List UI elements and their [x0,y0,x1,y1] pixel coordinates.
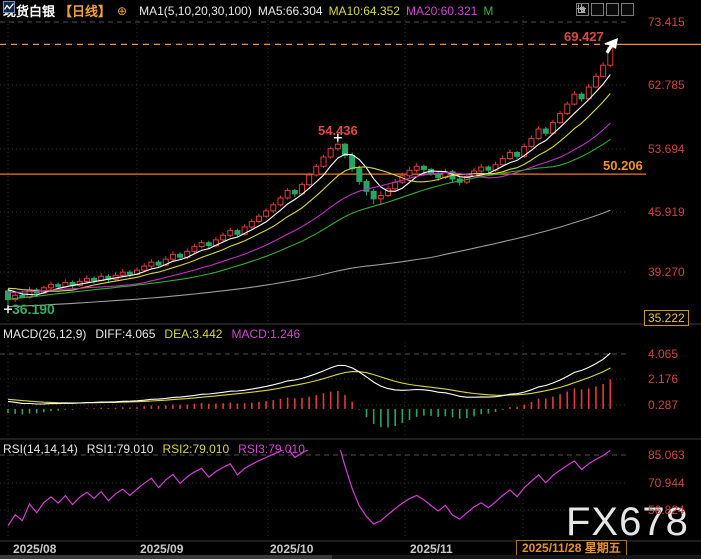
macd-diff-value: DIFF:4.065 [95,327,155,341]
scale-x-axis-icon[interactable] [606,3,619,16]
chart-header: 现货白银 【日线】 ⊕ MA1(5,10,20,30,100) MA5:66.3… [3,1,493,20]
rsi-axis-tick: 56.824 [648,503,685,517]
price-axis-tick: 45.919 [648,205,685,219]
support-line-label: 50.206 [603,158,643,173]
macd-axis-tick: 4.065 [648,347,678,361]
rsi-axis-tick: 85.063 [648,448,685,462]
peak-price-callout: 54.436 [318,123,358,138]
ma10-value: MA10:64.352 [329,4,400,18]
date-axis-tick: 2025/08 [13,542,56,556]
rsi-axis-tick: 70.944 [648,476,685,490]
low-price-callout: 36.190 [12,301,55,317]
macd-macd-value: MACD:1.246 [231,327,300,341]
date-axis-tick: 2025/11 [410,542,453,556]
macd-axis-tick: 0.287 [648,398,678,412]
price-axis-min-boxed: 35.222 [644,310,689,326]
chart-toolbar [576,3,634,16]
rsi-header: RSI(14,14,14) RSI1:79.010 RSI2:79.010 RS… [3,442,305,456]
date-axis-tick: 2025/10 [270,542,313,556]
price-axis-tick: 39.270 [648,265,685,279]
rsi3-value: RSI3:79.010 [238,442,305,456]
macd-dea-value: DEA:3.442 [164,327,222,341]
period-label: 【日线】 [59,1,111,20]
horizontal-scrollbar[interactable] [0,555,701,559]
ma-settings-label: MA1(5,10,20,30,100) [139,4,252,18]
macd-title: MACD(26,12,9) [3,327,86,341]
add-indicator-icon[interactable]: ⊕ [117,5,127,17]
macd-header: MACD(26,12,9) DIFF:4.065 DEA:3.442 MACD:… [3,327,300,341]
high-price-callout: 69.427 [564,29,604,44]
go-to-latest-icon[interactable] [621,3,634,16]
macd-layer [8,353,610,427]
gridline-layer [0,16,701,541]
price-axis-tick: 53.694 [648,142,685,156]
chart-window: 现货白银 【日线】 ⊕ MA1(5,10,20,30,100) MA5:66.3… [0,0,701,559]
ma20-value: MA20:60.321 [406,4,477,18]
ma30-value-partial: M [483,4,493,18]
rsi1-value: RSI1:79.010 [87,442,154,456]
scrollbar-thumb[interactable] [0,555,332,559]
ma-line-layer [8,75,610,307]
macd-axis-tick: 2.176 [648,372,678,386]
price-axis-tick: 62.785 [648,78,685,92]
ma5-value: MA5:66.304 [258,4,323,18]
chart-canvas[interactable] [0,0,701,559]
scale-y-axis-icon[interactable] [591,3,604,16]
rsi2-value: RSI2:79.010 [162,442,229,456]
date-axis-tick: 2025/09 [140,542,183,556]
price-axis-tick: 73.415 [648,15,685,29]
rsi-title: RSI(14,14,14) [3,442,78,456]
